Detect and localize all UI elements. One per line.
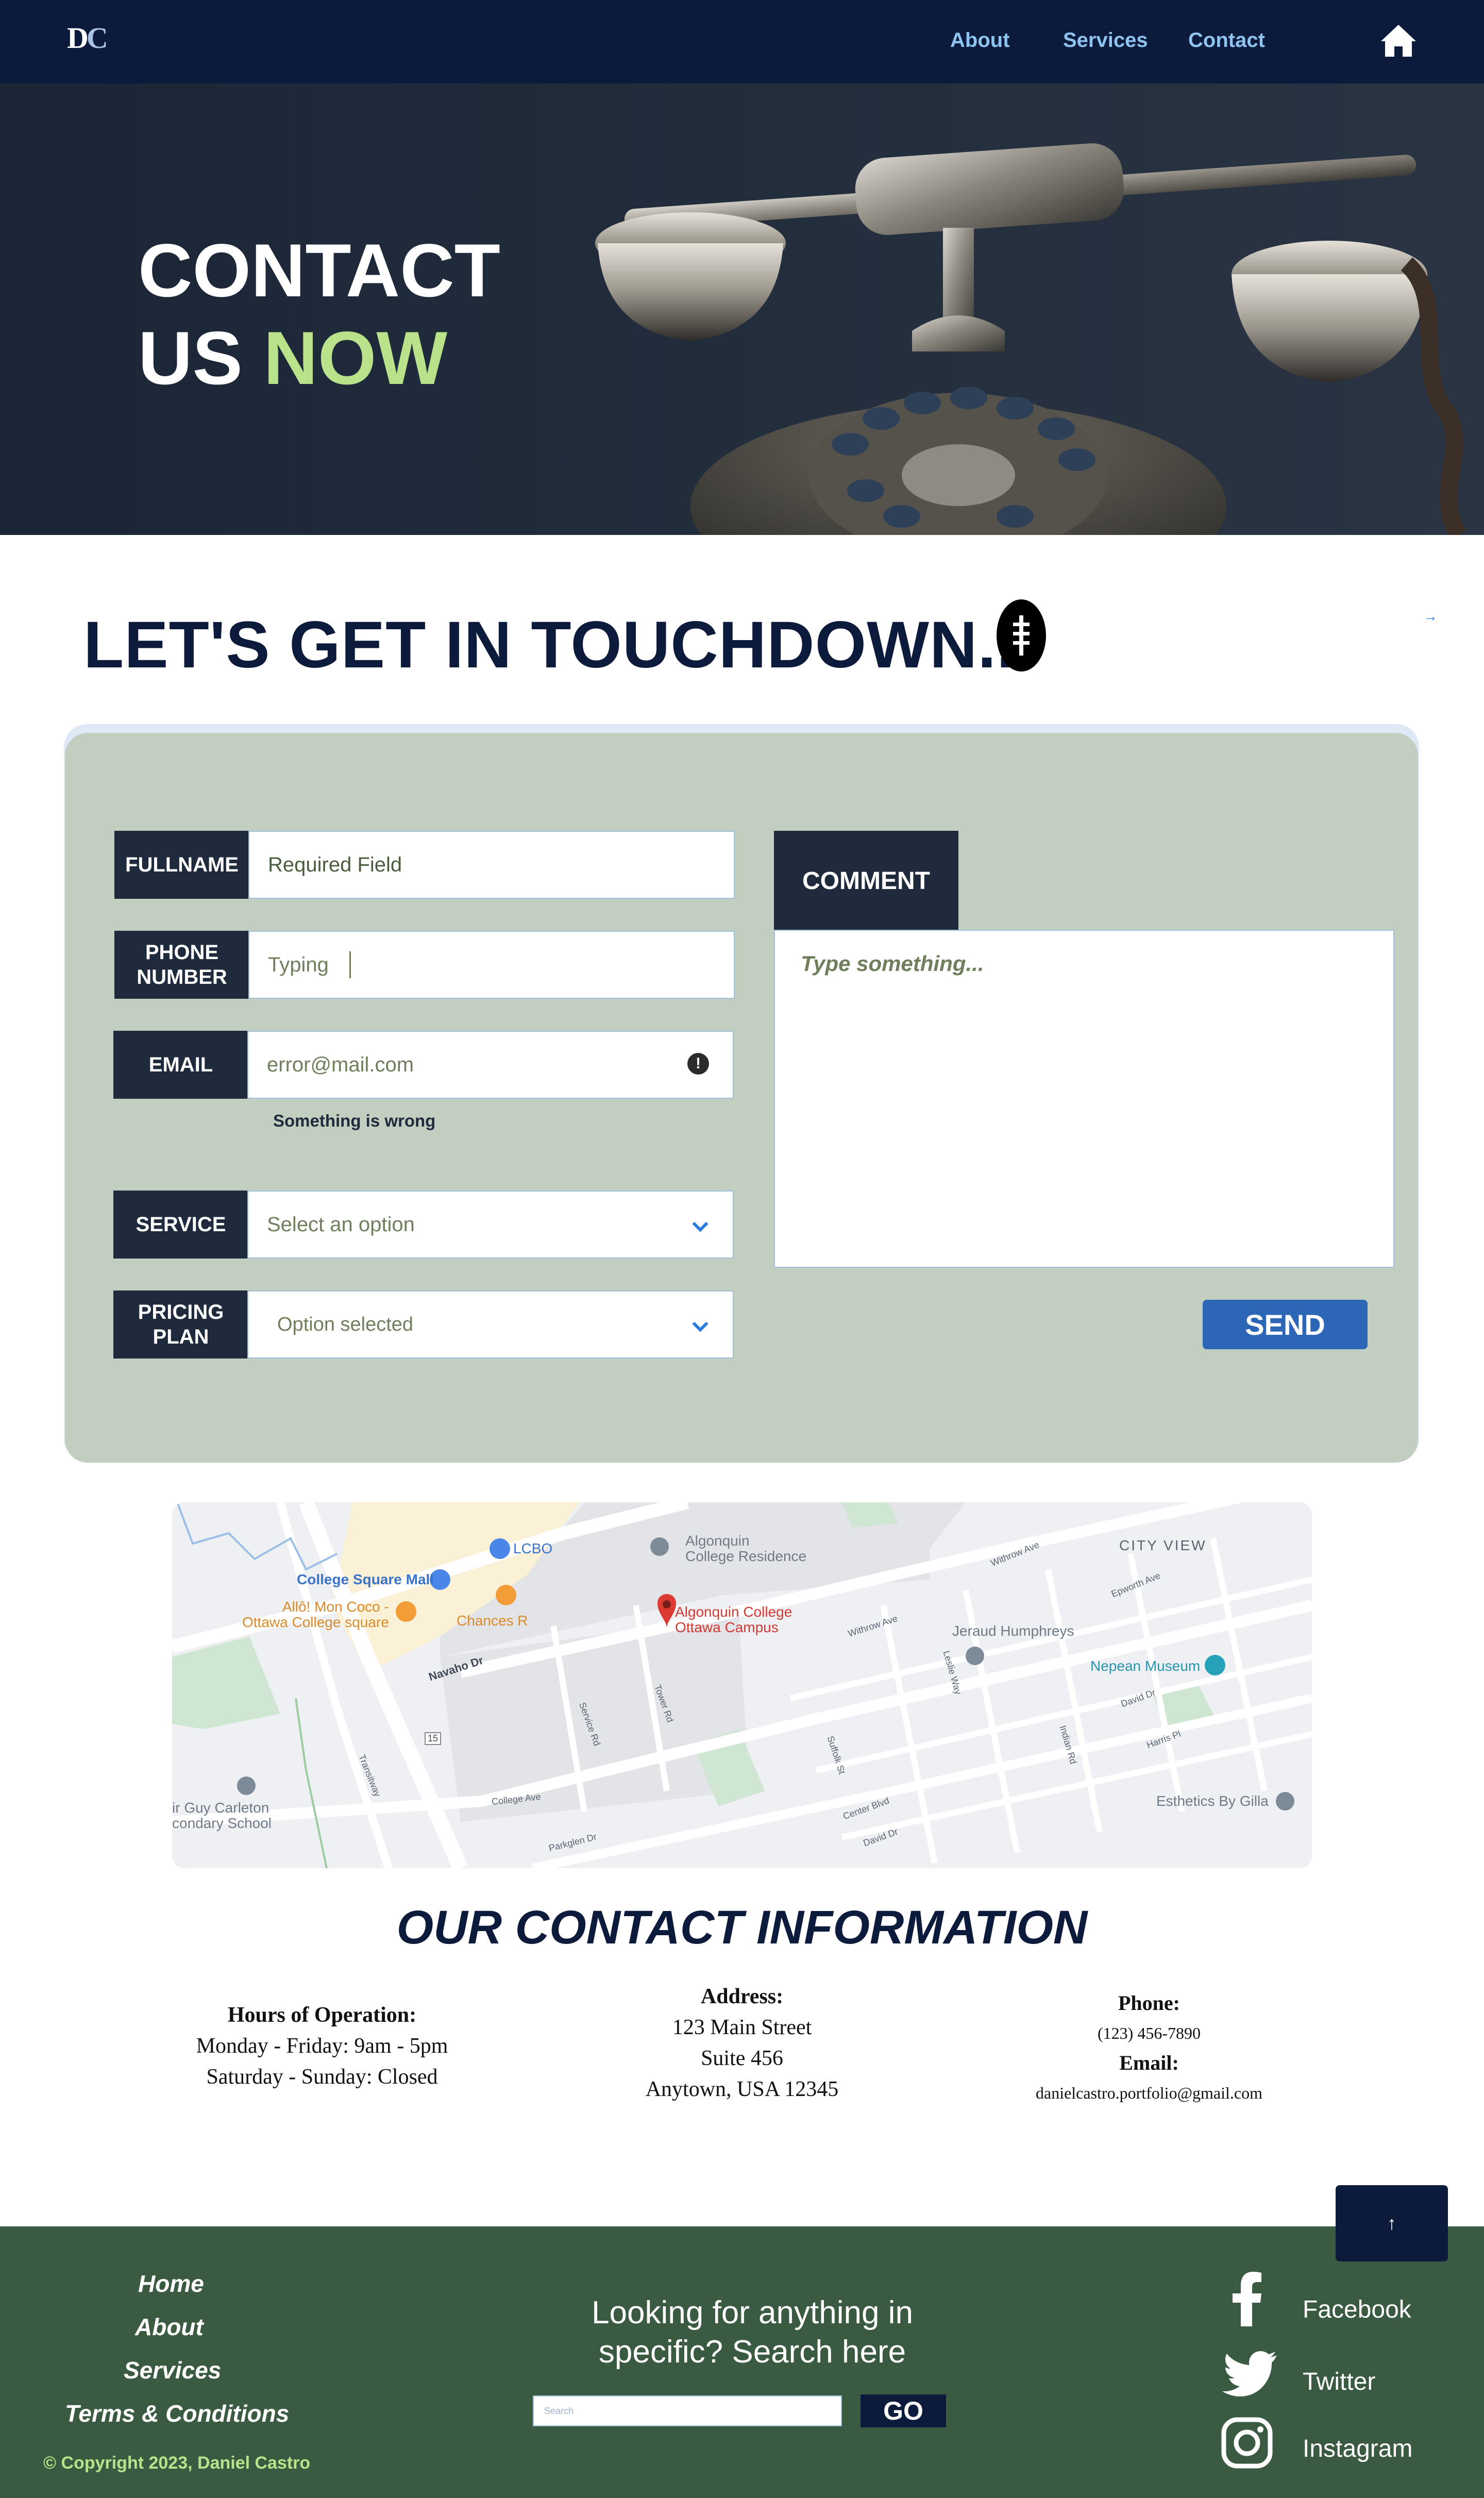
service-select[interactable]: Select an option	[247, 1191, 734, 1259]
map-label-allo-line1: Allô! Mon Coco -	[282, 1599, 389, 1615]
map-label-route-15: 15	[425, 1732, 442, 1745]
chevron-down-icon	[692, 1316, 709, 1332]
map-label-algonquin-residence-line2: College Residence	[685, 1548, 807, 1564]
pricing-label: PRICING PLAN	[113, 1290, 248, 1359]
comment-label: COMMENT	[774, 831, 958, 931]
hero-title-us: US	[138, 316, 264, 400]
map-label-esthetics: Esthetics By Gilla	[1156, 1793, 1269, 1809]
nav-link-about[interactable]: About	[950, 29, 1010, 52]
address-line1: 123 Main Street	[672, 2016, 812, 2039]
hero-title-line1: CONTACT	[138, 228, 500, 312]
comment-placeholder: Type something...	[801, 951, 984, 976]
chevron-down-icon	[692, 1216, 709, 1232]
footer-link-about[interactable]: About	[135, 2313, 204, 2341]
footer-search-title: Looking for anything in specific? Search…	[592, 2295, 913, 2370]
map-label-sir-guy-carleton: ir Guy Carleton condary School	[172, 1800, 272, 1831]
hours-weekdays: Monday - Friday: 9am - 5pm	[196, 2034, 448, 2058]
copyright-text: © Copyright 2023, Daniel Castro	[43, 2453, 311, 2473]
phone-input[interactable]: Typing	[248, 931, 735, 999]
contact-info-title: OUR CONTACT INFORMATION	[396, 1901, 1088, 1954]
nav-link-contact[interactable]: Contact	[1188, 29, 1265, 52]
map-label-nepean-museum: Nepean Museum	[1090, 1658, 1201, 1674]
hours-weekend: Saturday - Sunday: Closed	[206, 2065, 438, 2089]
map-label-campus-line2: Ottawa Campus	[675, 1619, 779, 1635]
map-label-allo-line2: Ottawa College square	[242, 1614, 389, 1630]
football-icon	[997, 599, 1046, 672]
footer-link-terms[interactable]: Terms & Conditions	[65, 2400, 289, 2427]
phone-label-line2: NUMBER	[137, 966, 227, 988]
facebook-icon[interactable]	[1232, 2272, 1262, 2326]
map-label-campus-line1: Algonquin College	[675, 1604, 792, 1620]
address-label: Address:	[700, 1985, 784, 2008]
go-button[interactable]: GO	[861, 2394, 946, 2427]
hours-label: Hours of Operation:	[227, 2003, 417, 2027]
service-selected-value: Select an option	[267, 1213, 415, 1236]
service-label: SERVICE	[113, 1191, 248, 1259]
map-label-algonquin-residence-line1: Algonquin	[685, 1533, 750, 1549]
footer-link-services[interactable]: Services	[124, 2356, 221, 2384]
hours-block: Hours of Operation: Monday - Friday: 9am…	[170, 2000, 474, 2092]
email-error-message: Something is wrong	[273, 1111, 436, 1130]
phone-value: Typing	[268, 953, 329, 976]
map-label-lcbo: LCBO	[513, 1540, 553, 1556]
location-map[interactable]: LCBO Algonquin College Residence CITY VIE…	[172, 1502, 1312, 1868]
vintage-telephone-image	[595, 143, 1466, 535]
address-line2: Suite 456	[701, 2047, 783, 2070]
fullname-placeholder: Required Field	[268, 853, 402, 876]
email-label: EMAIL	[113, 1031, 248, 1099]
map-label-jeraud-humphreys: Jeraud Humphreys	[952, 1623, 1074, 1639]
map-label-sir-guy-line1: ir Guy Carleton	[172, 1800, 269, 1816]
phone-value-info: (123) 456-7890	[1098, 2024, 1201, 2042]
send-button[interactable]: SEND	[1203, 1300, 1368, 1349]
pricing-label-line1: PRICING	[138, 1301, 224, 1323]
phone-label-info: Phone:	[1118, 1991, 1180, 2015]
map-label-algonquin-residence: Algonquin College Residence	[685, 1533, 806, 1564]
map-label-algonquin-campus: Algonquin College Ottawa Campus	[675, 1604, 792, 1635]
email-input[interactable]: error@mail.com !	[247, 1031, 734, 1099]
address-block: Address: 123 Main Street Suite 456 Anyto…	[587, 1981, 897, 2105]
instagram-label[interactable]: Instagram	[1303, 2435, 1412, 2463]
footer-search-input[interactable]: Search	[533, 2395, 842, 2426]
scroll-to-top-button[interactable]: ↑	[1336, 2185, 1448, 2261]
hero-title-line2: US NOW	[138, 314, 500, 402]
text-cursor	[349, 951, 351, 978]
address-line3: Anytown, USA 12345	[645, 2077, 839, 2101]
facebook-label[interactable]: Facebook	[1303, 2295, 1411, 2324]
hero-banner: CONTACT US NOW	[0, 83, 1484, 535]
arrow-right-icon[interactable]: →	[1423, 608, 1438, 625]
map-label-chances-r: Chances R	[457, 1613, 528, 1629]
map-label-city-view: CITY VIEW	[1119, 1537, 1207, 1553]
logo[interactable]: DC	[67, 21, 108, 55]
phone-label: PHONE NUMBER	[114, 931, 249, 999]
twitter-icon[interactable]	[1222, 2350, 1278, 2396]
error-icon: !	[687, 1053, 709, 1075]
twitter-label[interactable]: Twitter	[1303, 2368, 1375, 2396]
hero-title: CONTACT US NOW	[138, 227, 500, 402]
pricing-label-line2: PLAN	[153, 1326, 209, 1348]
map-label-college-square: College Square Mall	[297, 1571, 434, 1587]
phone-email-block: Phone: (123) 456-7890 Email: danielcastr…	[994, 1988, 1304, 2108]
fullname-input[interactable]: Required Field	[248, 831, 735, 899]
hero-title-now: NOW	[263, 316, 448, 400]
pricing-select[interactable]: Option selected	[247, 1290, 734, 1359]
map-label-sir-guy-line2: condary School	[172, 1815, 272, 1831]
logo-letter-d: D	[67, 21, 89, 55]
nav-link-services[interactable]: Services	[1063, 29, 1148, 52]
logo-letter-c: C	[86, 21, 108, 55]
fullname-label: FULLNAME	[114, 831, 249, 899]
email-label-info: Email:	[1119, 2051, 1179, 2074]
email-value-info: danielcastro.portfolio@gmail.com	[1035, 2084, 1262, 2102]
email-value: error@mail.com	[267, 1053, 414, 1076]
comment-textarea[interactable]: Type something...	[774, 930, 1394, 1268]
section-heading: LET'S GET IN TOUCHDOWN...	[83, 608, 1035, 682]
pricing-selected-value: Option selected	[277, 1313, 414, 1335]
instagram-icon[interactable]	[1221, 2417, 1273, 2469]
home-icon[interactable]	[1379, 23, 1418, 59]
top-navbar: DC About Services Contact	[0, 0, 1484, 83]
phone-label-line1: PHONE	[145, 941, 219, 964]
map-label-allo-mon-coco: Allô! Mon Coco - Ottawa College square	[242, 1599, 389, 1630]
footer-link-home[interactable]: Home	[138, 2270, 204, 2298]
